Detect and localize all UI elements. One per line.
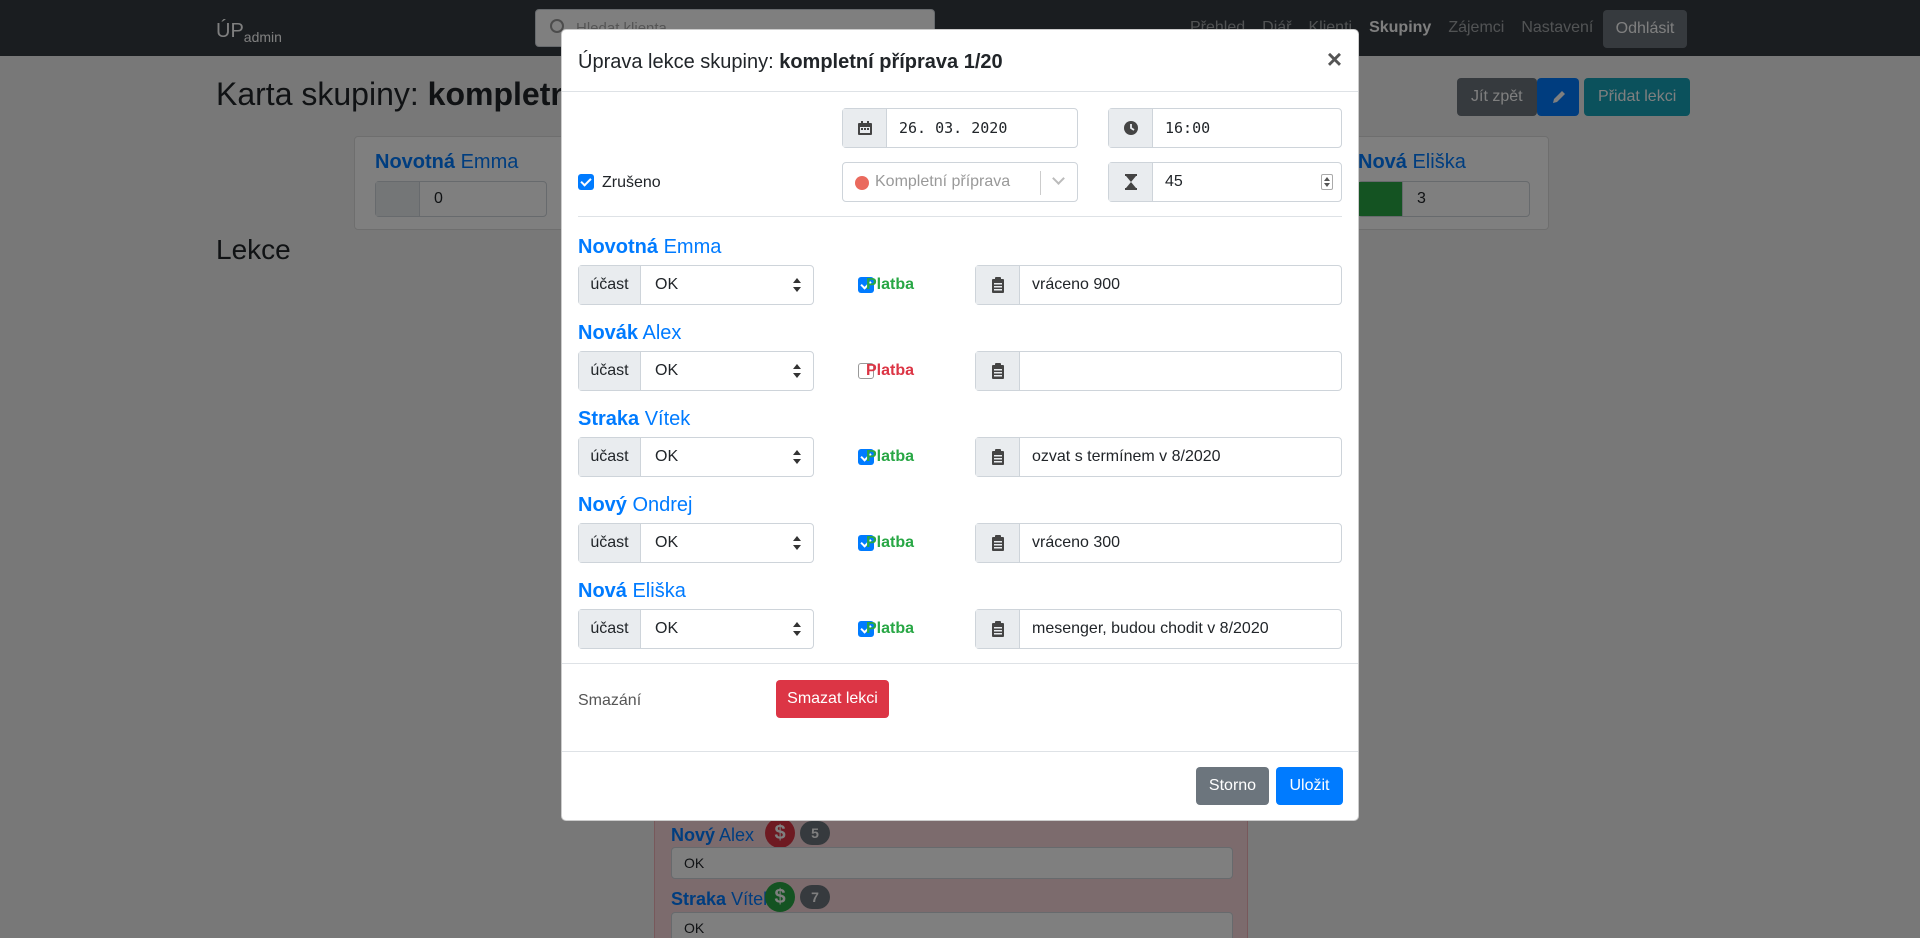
attendance-select[interactable]: účast OK: [578, 609, 814, 649]
calendar-icon: [843, 109, 887, 147]
attendance-select[interactable]: účast OK: [578, 523, 814, 563]
clipboard-icon: [976, 524, 1020, 562]
note-field[interactable]: vráceno 900: [975, 265, 1342, 305]
cancelled-checkbox[interactable]: [578, 174, 594, 190]
student-name[interactable]: Novotná Emma: [578, 236, 721, 259]
select-caret-icon: [793, 364, 801, 378]
cancel-button[interactable]: Storno: [1196, 767, 1269, 805]
payment-label: Platba: [866, 362, 915, 379]
duration-spinner[interactable]: [1321, 174, 1333, 190]
chevron-down-icon: [1052, 172, 1065, 185]
note-field[interactable]: mesenger, budou chodit v 8/2020: [975, 609, 1342, 649]
date-field[interactable]: 26. 03. 2020: [842, 108, 1078, 148]
payment-label: Platba: [866, 534, 915, 551]
select-caret-icon: [793, 536, 801, 550]
select-separator: [1040, 171, 1041, 195]
course-select[interactable]: Kompletní příprava: [842, 162, 1078, 202]
cancelled-label: Zrušeno: [602, 174, 661, 191]
divider: [562, 663, 1358, 664]
note-field[interactable]: ozvat s termínem v 8/2020: [975, 437, 1342, 477]
time-field[interactable]: 16:00: [1108, 108, 1342, 148]
payment-label: Platba: [866, 276, 915, 293]
modal-footer-divider: [562, 751, 1358, 752]
attendance-select[interactable]: účast OK: [578, 351, 814, 391]
student-name[interactable]: Novák Alex: [578, 322, 681, 345]
clipboard-icon: [976, 610, 1020, 648]
attendance-select[interactable]: účast OK: [578, 265, 814, 305]
save-button[interactable]: Uložit: [1276, 767, 1343, 805]
modal-title: Úprava lekce skupiny: kompletní příprava…: [578, 51, 1003, 73]
student-name[interactable]: Nový Ondrej: [578, 494, 693, 517]
clipboard-icon: [976, 438, 1020, 476]
student-name[interactable]: Nová Eliška: [578, 580, 686, 603]
payment-label: Platba: [866, 620, 915, 637]
close-icon[interactable]: ×: [1327, 46, 1342, 72]
clock-icon: [1109, 109, 1153, 147]
note-field[interactable]: vráceno 300: [975, 523, 1342, 563]
divider: [578, 216, 1342, 217]
select-caret-icon: [793, 450, 801, 464]
student-name[interactable]: Straka Vítek: [578, 408, 690, 431]
note-field[interactable]: [975, 351, 1342, 391]
select-caret-icon: [793, 622, 801, 636]
payment-label: Platba: [866, 448, 915, 465]
attendance-select[interactable]: účast OK: [578, 437, 814, 477]
duration-field[interactable]: 45: [1108, 162, 1342, 202]
delete-lesson-button[interactable]: Smazat lekci: [776, 680, 889, 718]
edit-lesson-modal: Úprava lekce skupiny: kompletní příprava…: [561, 29, 1359, 821]
clipboard-icon: [976, 352, 1020, 390]
select-caret-icon: [793, 278, 801, 292]
modal-header: Úprava lekce skupiny: kompletní příprava…: [562, 30, 1358, 92]
delete-section-label: Smazání: [578, 692, 642, 709]
course-color-dot: [855, 176, 869, 190]
hourglass-icon: [1109, 163, 1153, 201]
clipboard-icon: [976, 266, 1020, 304]
